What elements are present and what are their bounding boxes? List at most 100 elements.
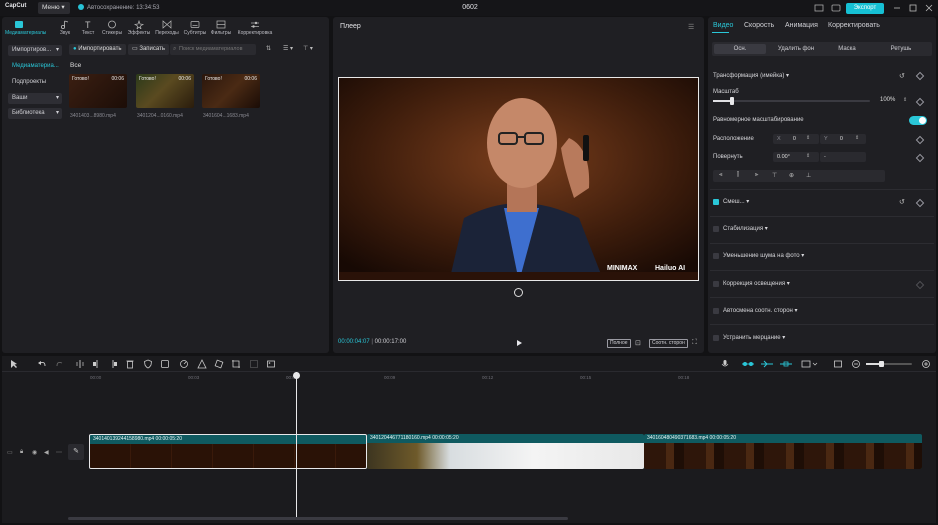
preview-axis-icon[interactable]: [801, 359, 819, 369]
timeline-clip-2[interactable]: 340120446771180160.mp4 00:00:05:20: [367, 434, 644, 469]
split-icon[interactable]: [75, 359, 85, 369]
sort-icon[interactable]: ⇅: [266, 45, 271, 52]
stabilization-section[interactable]: Стабилизация ▾: [723, 225, 768, 232]
tab-video[interactable]: Видео: [713, 22, 733, 29]
align-top-icon[interactable]: ⊤: [772, 172, 777, 179]
subtab-mask[interactable]: Маска: [824, 44, 870, 54]
tab-speed[interactable]: Скорость: [744, 22, 774, 29]
zoom-out-icon[interactable]: [851, 359, 861, 369]
align-center-h-icon[interactable]: ⫿: [737, 172, 739, 179]
auto-reframe-checkbox[interactable]: [713, 308, 719, 314]
warning-icon[interactable]: [197, 359, 207, 369]
export-button[interactable]: Экспорт: [846, 3, 884, 14]
deflicker-section[interactable]: Устранить мерцание ▾: [723, 334, 785, 341]
timeline-clip-3[interactable]: 340160480490371683.mp4 00:00:05:20: [644, 434, 922, 469]
snapshot-icon[interactable]: ⊡: [635, 339, 641, 347]
record-button[interactable]: ▭ Записать: [128, 44, 169, 55]
rotate-input[interactable]: 0.00°: [773, 152, 819, 162]
resize-icon[interactable]: [249, 359, 259, 369]
zoom-in-icon[interactable]: [921, 359, 931, 369]
scale-slider-track[interactable]: [713, 100, 870, 102]
playhead-handle[interactable]: [293, 372, 300, 379]
media-thumb-3[interactable]: Готово! 00:06: [202, 74, 260, 108]
menu-button[interactable]: Меню ▾: [38, 2, 70, 14]
tab-adjust[interactable]: Корректировка: [237, 19, 273, 39]
stepper-icon[interactable]: ⇕: [806, 153, 810, 159]
tab-media[interactable]: Медиаматериалы: [5, 19, 46, 39]
rotate-extra-input[interactable]: -: [820, 152, 866, 162]
tab-effects[interactable]: Эффекты: [125, 19, 153, 39]
fit-icon[interactable]: [833, 359, 843, 369]
subtab-remove-bg[interactable]: Удалить фон: [770, 44, 822, 54]
timeline-clip-1[interactable]: 340140139244158980.mp4 00:00:05:20: [89, 434, 367, 469]
scale-slider-handle[interactable]: [729, 97, 734, 105]
subtab-basic[interactable]: Осн.: [714, 44, 766, 54]
media-search-input[interactable]: [170, 44, 256, 55]
tab-adjustments[interactable]: Корректировать: [828, 22, 880, 29]
tab-filters[interactable]: Фильтры: [207, 19, 235, 39]
sidebar-item-media[interactable]: Медиаматериа...: [8, 61, 62, 72]
denoise-section[interactable]: Уменьшение шума на фото ▾: [723, 252, 804, 259]
play-icon[interactable]: [515, 339, 523, 347]
rotate-clip-icon[interactable]: [214, 359, 224, 369]
tab-transitions[interactable]: Переходы: [153, 19, 181, 39]
lighting-checkbox[interactable]: [713, 281, 719, 287]
sidebar-item-library[interactable]: Библиотека ▾: [8, 108, 62, 119]
cover-edit-icon[interactable]: ✎: [68, 444, 84, 460]
align-left-icon[interactable]: ⫷: [719, 172, 722, 179]
speed-icon[interactable]: [179, 359, 189, 369]
deflicker-checkbox[interactable]: [713, 335, 719, 341]
microphone-icon[interactable]: [720, 359, 730, 369]
sidebar-item-subprojects[interactable]: Подпроекты: [8, 77, 62, 88]
reset-icon[interactable]: ↺: [899, 72, 905, 80]
blend-section[interactable]: Смеш... ▾: [723, 198, 749, 205]
lighting-section[interactable]: Коррекция освещения ▾: [723, 280, 790, 287]
stepper-icon[interactable]: ⇕: [903, 97, 907, 103]
undo-icon[interactable]: [37, 359, 47, 369]
lock-icon[interactable]: 🔒︎: [20, 449, 23, 456]
tab-subtitles[interactable]: Субтитры: [181, 19, 209, 39]
position-x-input[interactable]: X 0: [773, 134, 819, 144]
lock-track-icon[interactable]: ▭: [7, 449, 13, 456]
zoom-slider-track[interactable]: [866, 363, 912, 365]
audio-toggle-icon[interactable]: ◀︎: [44, 449, 49, 456]
subtab-retouch[interactable]: Ретушь: [874, 44, 928, 54]
crop-icon[interactable]: [231, 359, 241, 369]
align-right-icon[interactable]: ⫸: [755, 172, 758, 179]
player-menu-icon[interactable]: ☰: [688, 23, 694, 31]
maximize-icon[interactable]: [909, 4, 917, 12]
export-frame-icon[interactable]: [266, 359, 276, 369]
media-thumb-2[interactable]: Готово! 00:06: [136, 74, 194, 108]
auto-snap-icon[interactable]: [760, 359, 774, 369]
import-button[interactable]: ● Импортировать: [69, 44, 126, 55]
sidebar-item-yours[interactable]: Ваши ▾: [8, 93, 62, 104]
stepper-icon[interactable]: ⇕: [855, 135, 859, 141]
shortcut-icon[interactable]: [831, 3, 841, 13]
rotate-handle-icon[interactable]: [514, 288, 523, 297]
reset-icon[interactable]: ↺: [899, 198, 905, 206]
tab-animation[interactable]: Анимация: [785, 22, 818, 29]
zoom-slider-handle[interactable]: [879, 361, 884, 367]
media-thumb-1[interactable]: Готово! 00:06: [69, 74, 127, 108]
tab-stickers[interactable]: Стикеры: [98, 19, 126, 39]
minimize-icon[interactable]: [893, 4, 901, 12]
list-view-icon[interactable]: ☰ ▾: [283, 45, 293, 52]
align-bottom-icon[interactable]: ⊥: [806, 172, 811, 179]
sidebar-item-import[interactable]: Импортиров... ▾: [8, 45, 62, 56]
timeline-scrollbar[interactable]: [68, 517, 568, 520]
shield-icon[interactable]: [143, 359, 153, 369]
filter-icon[interactable]: ⊤ ▾: [303, 45, 313, 52]
more-icon[interactable]: ⋯: [56, 449, 62, 456]
magnet-link-icon[interactable]: [741, 359, 755, 369]
playhead[interactable]: [296, 372, 297, 518]
auto-reframe-section[interactable]: Автосмена соотн. сторон ▾: [723, 307, 798, 314]
close-icon[interactable]: [925, 4, 933, 12]
denoise-checkbox[interactable]: [713, 253, 719, 259]
delete-icon[interactable]: [125, 359, 135, 369]
transform-section[interactable]: Трансформация (имейка) ▾: [713, 72, 789, 79]
blend-checkbox[interactable]: [713, 199, 719, 205]
freeze-icon[interactable]: [160, 359, 170, 369]
layout-icon[interactable]: [814, 3, 824, 13]
eye-icon[interactable]: ◉: [32, 449, 37, 456]
align-center-v-icon[interactable]: ⊕: [789, 172, 794, 179]
